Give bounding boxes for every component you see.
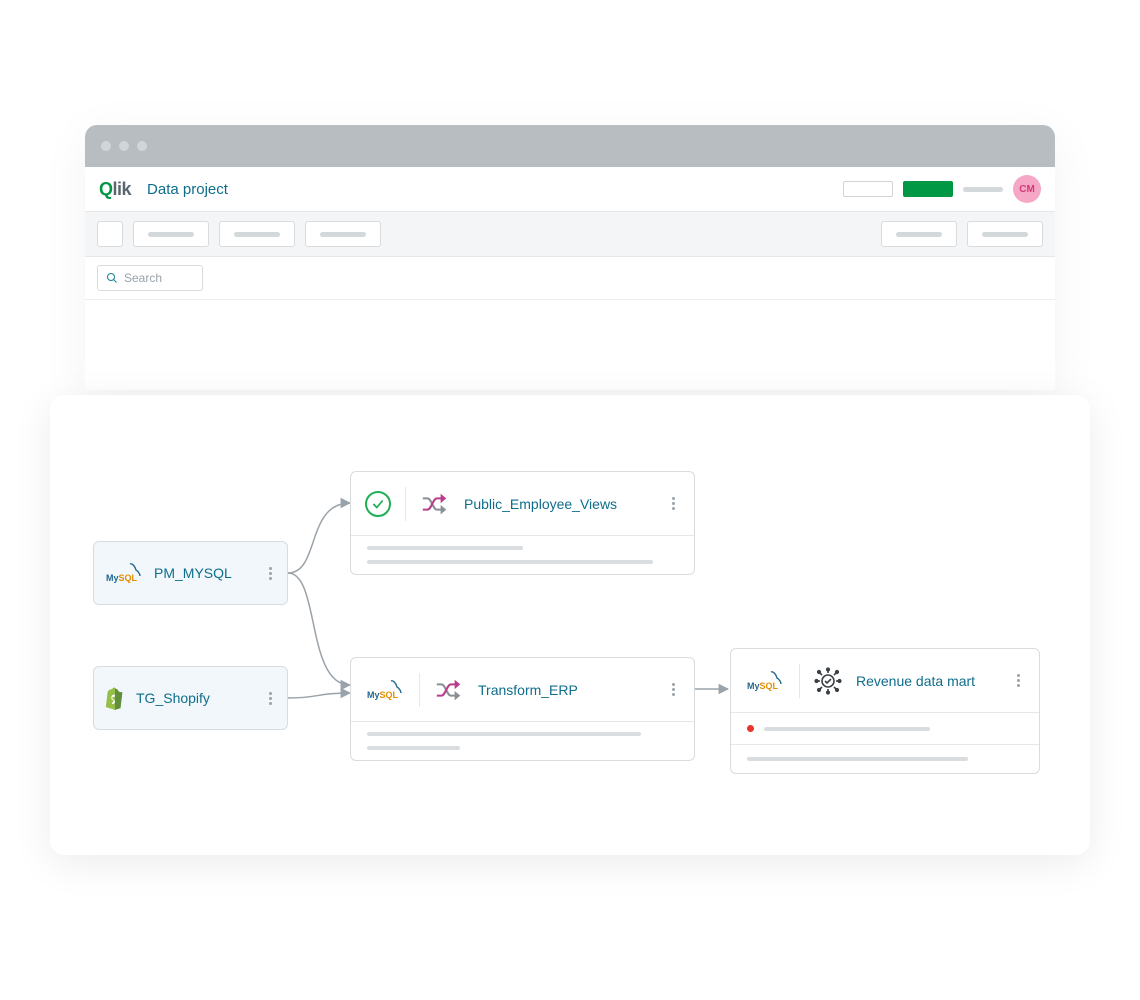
transform-node-public-employee-views[interactable]: Public_Employee_Views: [350, 471, 695, 575]
placeholder-line: [367, 546, 523, 550]
traffic-light-zoom[interactable]: [137, 141, 147, 151]
header-placeholder-bar: [963, 187, 1003, 192]
search-placeholder: Search: [124, 271, 162, 285]
kebab-menu-icon[interactable]: [666, 683, 680, 696]
traffic-light-minimize[interactable]: [119, 141, 129, 151]
node-label: PM_MYSQL: [154, 565, 253, 581]
shopify-icon: [104, 686, 126, 710]
divider: [405, 487, 406, 521]
mysql-icon: MySQL: [104, 561, 144, 585]
header-right: CM: [843, 175, 1041, 203]
divider: [419, 673, 420, 707]
qlik-logo: Qlik: [99, 179, 131, 200]
toolbar-icon-button[interactable]: [97, 221, 123, 247]
gear-check-icon: [814, 667, 842, 695]
pipeline-connectors: [50, 395, 1090, 855]
window-titlebar: [85, 125, 1055, 167]
datamart-node-revenue[interactable]: MySQL Revenue data mart: [730, 648, 1040, 774]
placeholder-line: [367, 732, 641, 736]
shuffle-icon: [420, 490, 450, 518]
divider: [799, 664, 800, 698]
header-pill-green[interactable]: [903, 181, 953, 197]
kebab-menu-icon[interactable]: [263, 692, 277, 705]
canvas-blank-area: [85, 300, 1055, 390]
kebab-menu-icon[interactable]: [263, 567, 277, 580]
source-node-pm-mysql[interactable]: MySQL PM_MYSQL: [93, 541, 288, 605]
toolbar: [85, 212, 1055, 257]
node-row: [731, 745, 1039, 773]
search-row: Search: [85, 257, 1055, 300]
node-row: [731, 713, 1039, 745]
mysql-icon: MySQL: [745, 669, 785, 693]
node-label: TG_Shopify: [136, 690, 253, 706]
status-dot-error: [747, 725, 754, 732]
transform-node-transform-erp[interactable]: MySQL Transform_ERP: [350, 657, 695, 761]
mysql-icon: MySQL: [365, 678, 405, 702]
toolbar-left: [97, 221, 381, 247]
search-icon: [106, 272, 118, 284]
kebab-menu-icon[interactable]: [1011, 674, 1025, 687]
node-label: Public_Employee_Views: [464, 496, 652, 512]
page-title: Data project: [147, 181, 228, 198]
app-header: Qlik Data project CM: [85, 167, 1055, 212]
toolbar-button-5[interactable]: [967, 221, 1043, 247]
check-circle-icon: [365, 491, 391, 517]
node-header: Public_Employee_Views: [351, 472, 694, 536]
avatar[interactable]: CM: [1013, 175, 1041, 203]
shuffle-icon: [434, 676, 464, 704]
toolbar-button-1[interactable]: [133, 221, 209, 247]
svg-text:MySQL: MySQL: [747, 681, 779, 691]
node-label: Transform_ERP: [478, 682, 652, 698]
node-header: MySQL Revenue data mart: [731, 649, 1039, 713]
kebab-menu-icon[interactable]: [666, 497, 680, 510]
placeholder-line: [764, 727, 930, 731]
node-header: MySQL Transform_ERP: [351, 658, 694, 722]
toolbar-button-4[interactable]: [881, 221, 957, 247]
svg-text:MySQL: MySQL: [367, 690, 399, 700]
header-left: Qlik Data project: [99, 179, 228, 200]
svg-text:MySQL: MySQL: [106, 573, 138, 583]
search-input[interactable]: Search: [97, 265, 203, 291]
placeholder-line: [747, 757, 968, 761]
node-label: Revenue data mart: [856, 673, 997, 689]
node-body: [351, 536, 694, 574]
toolbar-button-3[interactable]: [305, 221, 381, 247]
header-pill-outline[interactable]: [843, 181, 893, 197]
node-body: [351, 722, 694, 760]
placeholder-line: [367, 746, 460, 750]
source-node-tg-shopify[interactable]: TG_Shopify: [93, 666, 288, 730]
pipeline-panel: MySQL PM_MYSQL TG_Shopify Public_Em: [50, 395, 1090, 855]
toolbar-right: [881, 221, 1043, 247]
toolbar-button-2[interactable]: [219, 221, 295, 247]
placeholder-line: [367, 560, 653, 564]
traffic-light-close[interactable]: [101, 141, 111, 151]
browser-window: Qlik Data project CM Search: [85, 125, 1055, 390]
